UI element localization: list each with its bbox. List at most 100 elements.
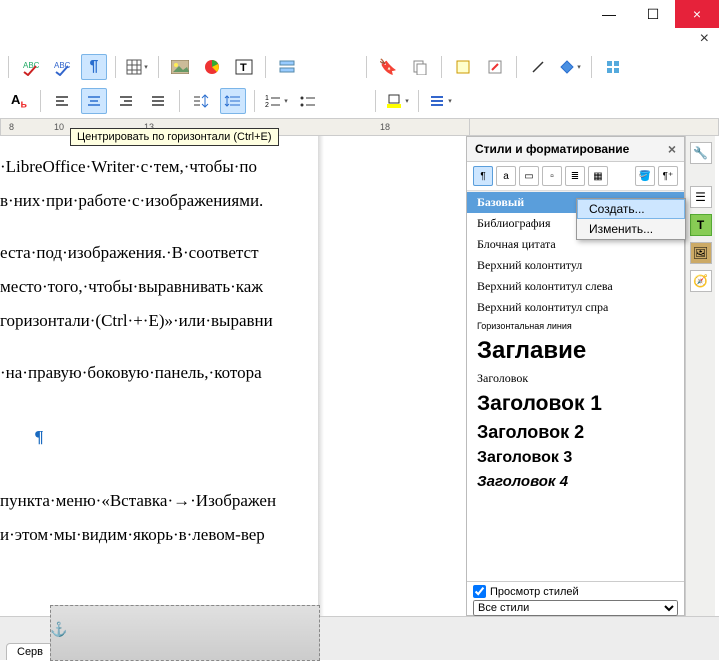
textbox-icon: T (235, 59, 253, 75)
basic-shapes-button[interactable]: ▾ (557, 54, 583, 80)
text-line: ·LibreOffice·Writer·с·тем,·чтобы·по (0, 150, 318, 184)
bottom-bar: ⚓ Серв (0, 616, 719, 660)
styles-T-icon: T (697, 218, 704, 232)
sidebar-settings-button[interactable]: 🔧 (690, 142, 712, 164)
frame-styles-tab[interactable]: ▭ (519, 166, 539, 186)
sidebar-properties-button[interactable]: ☰ (690, 186, 712, 208)
sidebar-gallery-button[interactable]: 🖼 (690, 242, 712, 264)
fill-format-mode-button[interactable]: 🪣 (635, 166, 655, 186)
bookmark-button[interactable]: 🔖 (375, 54, 401, 80)
numbered-list-button[interactable]: 12▾ (263, 88, 289, 114)
insert-image-button[interactable] (167, 54, 193, 80)
text-line (0, 218, 318, 236)
sidebar-styles-button[interactable]: T (690, 214, 712, 236)
text-line (0, 454, 318, 484)
list-styles-tab[interactable]: ≣ (565, 166, 585, 186)
style-item[interactable]: Заголовок 3 (467, 446, 684, 470)
styles-panel-close-button[interactable]: × (668, 141, 676, 157)
text-line: еста·под·изображения.·В·соответст (0, 236, 318, 270)
embedded-image-placeholder[interactable] (50, 605, 320, 661)
horizontal-ruler-right[interactable]: 18 (320, 118, 470, 136)
sidebar-navigator-button[interactable]: 🧭 (690, 270, 712, 292)
separator (441, 56, 442, 78)
diamond-icon (559, 59, 575, 75)
text-line: место·того,·чтобы·выравнивать·каж (0, 270, 318, 304)
character-button[interactable]: Аь (6, 88, 32, 114)
styles-filter-select[interactable]: Все стили (473, 600, 678, 616)
window-maximize-button[interactable]: ☐ (631, 0, 675, 28)
line-spacing-button[interactable] (220, 88, 246, 114)
track-changes-button[interactable] (482, 54, 508, 80)
style-item[interactable]: Заголовок 2 (467, 419, 684, 446)
insert-line-button[interactable] (525, 54, 551, 80)
align-center-button[interactable] (81, 88, 107, 114)
svg-text:1: 1 (265, 95, 269, 102)
align-right-button[interactable] (113, 88, 139, 114)
toolbar-main: ABC ABC ¶ ▾ T 🔖 ▾ (0, 50, 719, 84)
paragraph-button[interactable]: ▾ (427, 88, 453, 114)
cursor-line: ¶ (0, 420, 318, 454)
note-icon (455, 59, 471, 75)
align-justify-button[interactable] (145, 88, 171, 114)
bottom-tab[interactable]: Серв (6, 643, 54, 660)
styles-category-tabs: ¶ a ▭ ▫ ≣ ▦ 🪣 ¶⁺ (467, 162, 684, 191)
paragraph-styles-tab[interactable]: ¶ (473, 166, 493, 186)
vertical-align-button[interactable] (188, 88, 214, 114)
separator (418, 90, 419, 112)
align-left-button[interactable] (49, 88, 75, 114)
ruler-mark: 18 (380, 122, 390, 132)
insert-chart-button[interactable] (199, 54, 225, 80)
spellcheck-button[interactable]: ABC (49, 54, 75, 80)
style-item[interactable]: Заголовок (467, 368, 684, 389)
style-item[interactable]: Верхний колонтитул спра (467, 297, 684, 318)
autospellcheck-button[interactable]: ABC (17, 54, 43, 80)
bookmark-icon: 🔖 (379, 58, 398, 76)
style-item[interactable]: Горизонтальная линия (467, 318, 684, 334)
properties-icon: ☰ (695, 190, 706, 204)
styles-panel-footer: Просмотр стилей Все стили (467, 581, 684, 619)
text-line (0, 338, 318, 356)
page-styles-tab[interactable]: ▫ (542, 166, 562, 186)
highlight-color-button[interactable]: ▾ (384, 88, 410, 114)
style-item[interactable]: Заголовок 1 (467, 389, 684, 419)
style-item[interactable]: Заглавие (467, 334, 684, 368)
text-line: горизонтали·(Ctrl·+·E)»·или·выравни (0, 304, 318, 338)
insert-textbox-button[interactable]: T (231, 54, 257, 80)
style-item[interactable]: Заголовок 4 (467, 470, 684, 493)
formatting-marks-button[interactable]: ¶ (81, 54, 107, 80)
preview-styles-checkbox[interactable]: Просмотр стилей (473, 585, 678, 598)
grid-icon (605, 59, 621, 75)
vcenter-icon (192, 93, 210, 109)
anchor-icon[interactable]: ⚓ (50, 621, 66, 637)
context-menu-edit[interactable]: Изменить... (577, 219, 685, 239)
bullet-list-button[interactable] (295, 88, 321, 114)
clone-formatting-button[interactable] (407, 54, 433, 80)
insert-table-button[interactable]: ▾ (124, 54, 150, 80)
context-menu-create[interactable]: Создать... (577, 199, 685, 219)
styles-panel-header: Стили и форматирование × (467, 137, 684, 162)
style-item[interactable]: Верхний колонтитул (467, 255, 684, 276)
linespacing-icon (224, 93, 242, 109)
window-minimize-button[interactable]: — (587, 0, 631, 28)
bulletlist-icon (299, 93, 317, 109)
character-styles-tab[interactable]: a (496, 166, 516, 186)
image-icon (171, 60, 189, 74)
document-page[interactable]: ·LibreOffice·Writer·с·тем,·чтобы·по в·ни… (0, 136, 318, 616)
styles-list[interactable]: Базовый Библиография Блочная цитата Верх… (467, 191, 684, 581)
style-item[interactable]: Верхний колонтитул слева (467, 276, 684, 297)
document-close-button[interactable]: × (0, 28, 719, 50)
window-close-button[interactable]: × (675, 0, 719, 28)
separator (591, 56, 592, 78)
insert-comment-button[interactable] (450, 54, 476, 80)
insert-section-button[interactable] (274, 54, 300, 80)
separator (115, 56, 116, 78)
character-icon: Аь (11, 92, 27, 111)
separator (375, 90, 376, 112)
separator (158, 56, 159, 78)
new-style-button[interactable]: ¶⁺ (658, 166, 678, 186)
show-grid-button[interactable] (600, 54, 626, 80)
page-gap (318, 136, 466, 616)
align-center-icon (86, 93, 102, 109)
table-styles-tab[interactable]: ▦ (588, 166, 608, 186)
align-justify-icon (150, 93, 166, 109)
